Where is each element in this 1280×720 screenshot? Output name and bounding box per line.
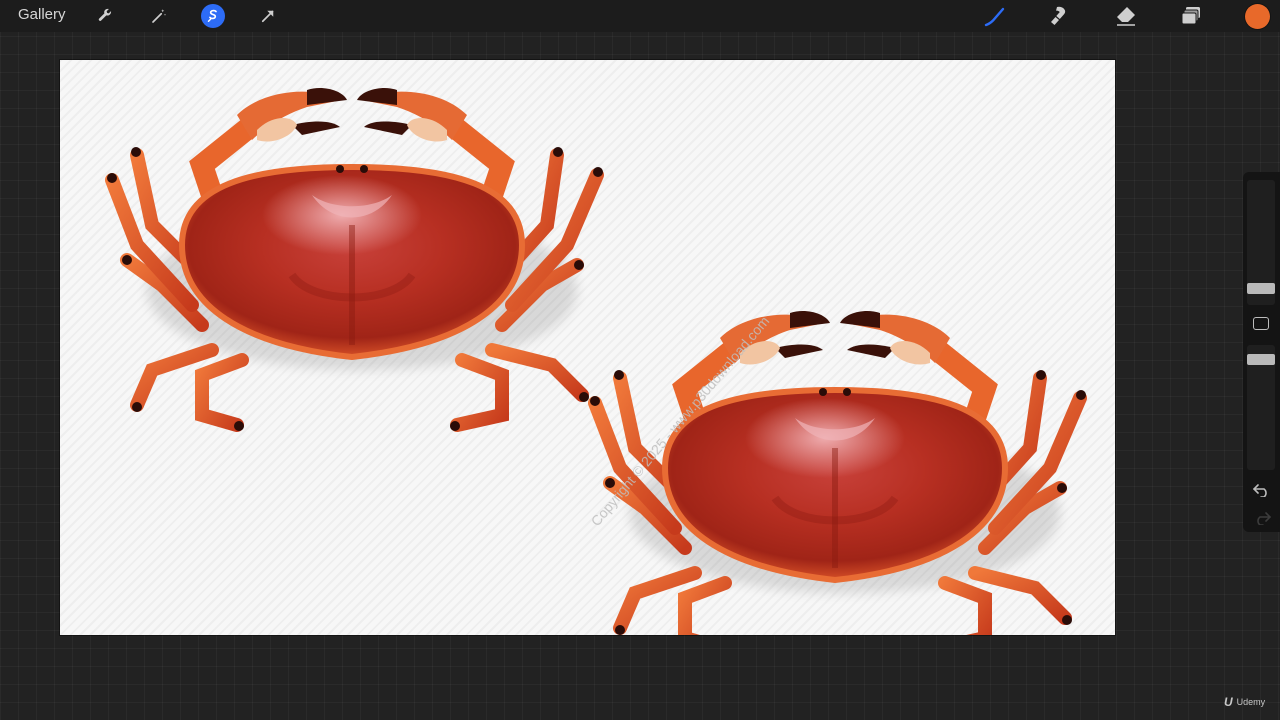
magic-wand-icon[interactable] — [147, 4, 171, 28]
udemy-label: Udemy — [1236, 697, 1266, 707]
redo-icon[interactable] — [1252, 510, 1272, 526]
layers-icon[interactable] — [1178, 3, 1204, 29]
transform-arrow-icon[interactable] — [256, 4, 280, 28]
wrench-icon[interactable] — [93, 4, 117, 28]
brush-size-handle[interactable] — [1247, 283, 1275, 294]
smudge-icon[interactable] — [1047, 3, 1073, 29]
selection-icon[interactable] — [201, 4, 225, 28]
brush-icon[interactable] — [982, 3, 1008, 29]
gallery-button[interactable]: Gallery — [18, 6, 66, 23]
eraser-icon[interactable] — [1113, 3, 1139, 29]
opacity-handle[interactable] — [1247, 354, 1275, 365]
color-picker-button[interactable] — [1245, 4, 1270, 29]
top-toolbar: Gallery — [0, 0, 1280, 32]
crab-artwork — [60, 60, 1115, 635]
modify-square-icon[interactable] — [1253, 317, 1269, 330]
udemy-logo: U Udemy — [1224, 695, 1265, 709]
drawing-canvas[interactable]: Copyright © 2025 - www.p30download.com — [60, 60, 1115, 635]
udemy-mark: U — [1224, 695, 1233, 709]
undo-icon[interactable] — [1252, 482, 1272, 498]
